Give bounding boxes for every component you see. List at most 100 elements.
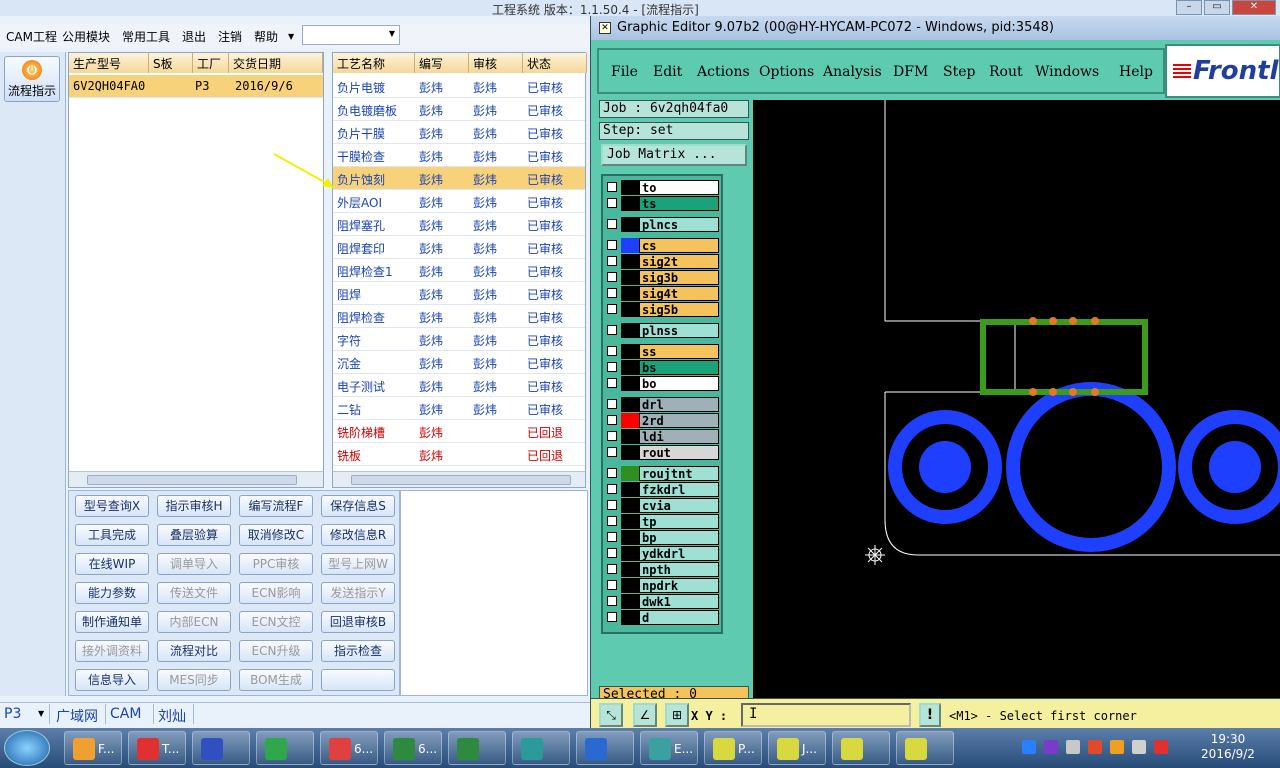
table-row[interactable]: 阻焊检查 彭炜 彭炜 已审核 [333,305,585,328]
layer-checkbox[interactable] [607,219,617,229]
col-header-reviewer[interactable]: 审核 [469,53,523,73]
table-row[interactable]: 6V2QH04FA0 P3 2016/9/6 [69,75,323,98]
taskbar-item[interactable] [512,731,570,765]
layer-row[interactable]: npth [607,562,719,577]
layer-row[interactable]: bs [607,360,719,375]
layer-name[interactable]: npth [639,562,719,577]
layer-row[interactable]: plnss [607,323,719,338]
layer-checkbox[interactable] [607,484,617,494]
layer-color-swatch[interactable] [621,578,639,593]
tray-x-icon[interactable] [1044,740,1058,754]
layer-checkbox[interactable] [607,272,617,282]
layer-name[interactable]: bs [639,360,719,375]
taskbar-item[interactable] [192,731,250,765]
layer-checkbox[interactable] [607,596,617,606]
action-button[interactable]: 回退审核B [321,611,395,633]
layer-checkbox[interactable] [607,288,617,298]
menu-tools[interactable]: 常用工具 [122,28,170,45]
action-button[interactable]: 流程对比 [157,640,231,662]
layer-row[interactable]: ldi [607,429,719,444]
layer-name[interactable]: bp [639,530,719,545]
layer-row[interactable]: rout [607,445,719,460]
scroll-thumb[interactable] [87,475,297,485]
layer-color-swatch[interactable] [621,610,639,625]
taskbar-item[interactable]: F... [64,731,122,765]
layer-checkbox[interactable] [607,256,617,266]
action-button[interactable]: 指示检查 [321,640,395,662]
layer-name[interactable]: ts [639,196,719,211]
action-button[interactable]: 修改信息R [321,524,395,546]
action-button[interactable]: ECN文控 [239,611,313,633]
menu-logout[interactable]: 注销 [218,28,242,45]
layer-checkbox[interactable] [607,548,617,558]
table-row[interactable]: 负片蚀刻 彭炜 彭炜 已审核 [333,167,585,190]
table-row[interactable]: 铣阶梯槽 彭炜 已回退 [333,420,585,443]
layer-checkbox[interactable] [607,182,617,192]
taskbar-item[interactable] [256,731,314,765]
top-combo[interactable]: ▼ [302,25,400,45]
layer-name[interactable]: to [639,180,719,195]
layer-row[interactable]: ts [607,196,719,211]
tray-disconnect-icon[interactable] [1154,740,1168,754]
layer-row[interactable]: sig2t [607,254,719,269]
layer-checkbox[interactable] [607,500,617,510]
table-row[interactable]: 铣板 彭炜 已回退 [333,443,585,466]
graphic-canvas[interactable] [753,100,1280,700]
action-button[interactable]: 发送指示Y [321,582,395,604]
layer-row[interactable]: sig4t [607,286,719,301]
layer-color-swatch[interactable] [621,413,639,428]
col-header-factory[interactable]: 工厂 [193,53,229,73]
layer-color-swatch[interactable] [621,562,639,577]
layer-checkbox[interactable] [607,325,617,335]
menu-step[interactable]: Step [943,64,975,80]
action-button[interactable]: 叠层验算 [157,524,231,546]
layer-row[interactable]: cs [607,238,719,253]
taskbar-item[interactable] [448,731,506,765]
volume-icon[interactable] [1132,740,1146,754]
menu-public-module[interactable]: 公用模块 [62,28,110,45]
taskbar-item[interactable]: 6... [384,731,442,765]
layer-name[interactable]: roujtnt [639,466,719,481]
layer-color-swatch[interactable] [621,530,639,545]
menu-windows[interactable]: Windows [1035,64,1099,80]
action-button[interactable]: 保存信息S [321,495,395,517]
clock[interactable]: 19:30 2016/9/2 [1198,732,1258,762]
layer-color-swatch[interactable] [621,482,639,497]
taskbar-item[interactable]: E... [640,731,698,765]
action-button[interactable]: 型号上网W [321,553,395,575]
layer-name[interactable]: plnss [639,323,719,338]
layer-name[interactable]: drl [639,397,719,412]
layer-checkbox[interactable] [607,447,617,457]
layer-row[interactable]: sig5b [607,302,719,317]
table-row[interactable]: 负电镀磨板 彭炜 彭炜 已审核 [333,98,585,121]
layer-row[interactable]: dwk1 [607,594,719,609]
menu-dfm[interactable]: DFM [893,64,928,80]
tray-security-icon[interactable] [1088,740,1102,754]
layer-row[interactable]: drl [607,397,719,412]
menu-help[interactable]: Help [1119,64,1153,80]
action-button[interactable]: 编写流程F [239,495,313,517]
table-row[interactable]: 干膜检查 彭炜 彭炜 已审核 [333,144,585,167]
table-row[interactable]: 沉金 彭炜 彭炜 已审核 [333,351,585,374]
layer-name[interactable]: cvia [639,498,719,513]
layer-checkbox[interactable] [607,346,617,356]
action-button[interactable]: 取消修改C [239,524,313,546]
layer-color-swatch[interactable] [621,594,639,609]
layer-checkbox[interactable] [607,580,617,590]
menu-exit[interactable]: 退出 [182,28,206,45]
table-row[interactable]: 阻焊检查1 彭炜 彭炜 已审核 [333,259,585,282]
layer-checkbox[interactable] [607,532,617,542]
layer-name[interactable]: rout [639,445,719,460]
layer-color-swatch[interactable] [621,429,639,444]
table-row[interactable]: 字符 彭炜 彭炜 已审核 [333,328,585,351]
taskbar-item[interactable]: T... [128,731,186,765]
menu-cam[interactable]: CAM工程 [6,28,57,45]
layer-color-swatch[interactable] [621,254,639,269]
layer-checkbox[interactable] [607,240,617,250]
chevron-down-icon[interactable]: ▼ [38,709,44,718]
layer-checkbox[interactable] [607,431,617,441]
table-row[interactable]: 二钻 彭炜 彭炜 已审核 [333,397,585,420]
tray-flag-icon[interactable] [1110,740,1124,754]
action-button[interactable]: 在线WIP [75,553,149,575]
action-button[interactable]: 工具完成 [75,524,149,546]
